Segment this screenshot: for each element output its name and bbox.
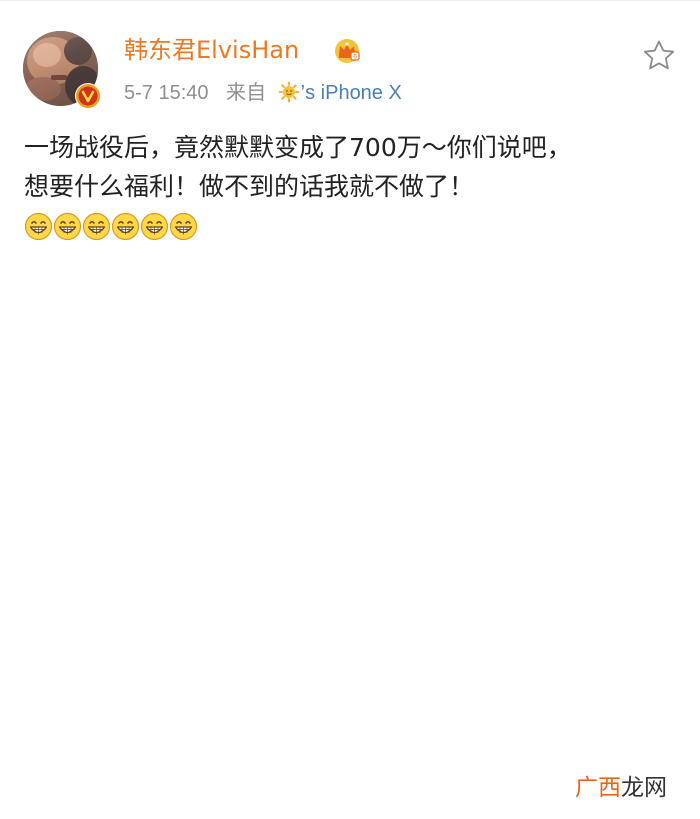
grin-emoji: [53, 212, 82, 241]
svg-text:6: 6: [353, 54, 357, 61]
post-text-line-1: 一场战役后，竟然默默变成了700万～你们说吧，: [24, 133, 572, 162]
crown-vip-icon[interactable]: 6: [332, 36, 362, 64]
source-prefix[interactable]: ’s: [301, 82, 315, 104]
watermark: 广西龙网: [575, 773, 667, 803]
grin-emoji: [140, 212, 169, 241]
source-device[interactable]: iPhone X: [321, 82, 402, 104]
post-meta: 5-7 15:40 来自 ’s iPhone X: [124, 79, 402, 107]
grin-emoji: [82, 212, 111, 241]
post-content: 一场战役后，竟然默默变成了700万～你们说吧， 想要什么福利！做不到的话我就不做…: [24, 128, 684, 206]
verified-badge: [75, 83, 101, 109]
grin-emoji: [111, 212, 140, 241]
watermark-part-1: 广西: [575, 775, 621, 801]
sun-icon: [278, 81, 300, 103]
watermark-part-2: 龙网: [621, 775, 667, 801]
emoji-row: [24, 212, 198, 241]
author-name[interactable]: 韩东君ElvisHan: [124, 33, 299, 67]
verified-icon: [76, 84, 100, 108]
weibo-post-page: 韩东君ElvisHan 6 5-7 15:40 来自 ’s iPhone X 一…: [0, 0, 700, 819]
post-time: 5-7 15:40: [124, 82, 209, 104]
grin-emoji: [169, 212, 198, 241]
grin-emoji: [24, 212, 53, 241]
star-outline-icon[interactable]: [642, 39, 676, 71]
from-label: 来自: [226, 82, 267, 104]
post-text-line-2: 想要什么福利！做不到的话我就不做了！: [24, 172, 475, 201]
